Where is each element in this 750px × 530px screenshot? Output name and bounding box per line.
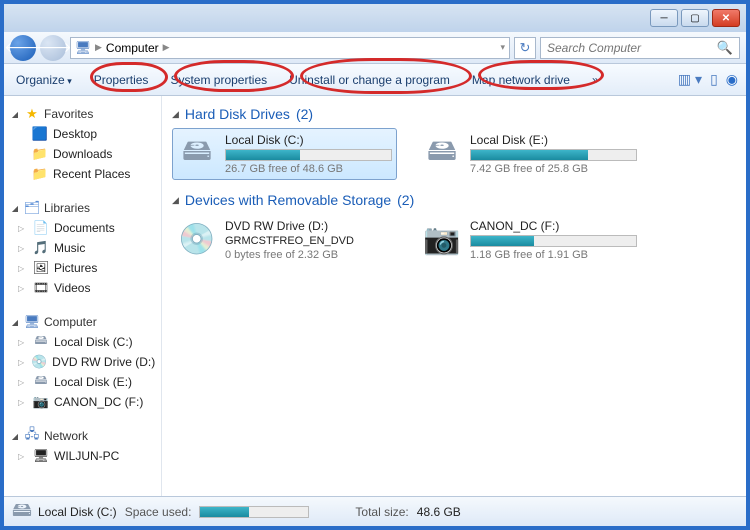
uninstall-program-button[interactable]: Uninstall or change a program [285, 71, 454, 89]
desktop-icon: 🟦 [32, 126, 48, 142]
organize-menu[interactable]: Organize [12, 71, 76, 89]
network-icon: 🖧 [24, 428, 40, 444]
sidebar-item-local-disk-c[interactable]: ▷🖴Local Disk (C:) [8, 332, 157, 352]
system-properties-button[interactable]: System properties [166, 71, 271, 89]
back-button[interactable]: 🡐 [10, 35, 36, 61]
computer-header[interactable]: ◢🖥Computer [8, 312, 157, 332]
details-pane: 🖴 Local Disk (C:) Space used: Total size… [4, 496, 746, 526]
status-total-value: 48.6 GB [417, 505, 461, 519]
network-group: ◢🖧Network ▷🖥WILJUN-PC [8, 426, 157, 466]
command-toolbar: Organize Properties System properties Un… [4, 64, 746, 96]
search-box[interactable]: 🔍 [540, 37, 740, 59]
sidebar-item-canon-dc[interactable]: ▷📷CANON_DC (F:) [8, 392, 157, 412]
usage-bar [470, 235, 637, 247]
drive-label: CANON_DC (F:) [470, 219, 637, 233]
content-pane: ◢Hard Disk Drives (2) 🖴 Local Disk (C:) … [162, 96, 746, 496]
folder-icon: 📁 [32, 166, 48, 182]
toolbar-overflow[interactable]: » [588, 71, 603, 89]
music-icon: 🎵 [33, 240, 49, 256]
drive-info: 26.7 GB free of 48.6 GB [225, 163, 392, 175]
camera-icon: 📷 [422, 219, 462, 259]
address-dropdown-icon[interactable]: ▾ [500, 42, 505, 53]
maximize-button[interactable]: ▢ [681, 9, 709, 27]
refresh-button[interactable]: ↻ [514, 37, 536, 59]
sidebar-item-documents[interactable]: ▷📄Documents [8, 218, 157, 238]
sidebar-item-music[interactable]: ▷🎵Music [8, 238, 157, 258]
preview-pane-button[interactable]: ▯ [710, 71, 718, 88]
close-button[interactable]: ✕ [712, 9, 740, 27]
favorites-header[interactable]: ◢★Favorites [8, 104, 157, 124]
drive-icon: 🖴 [14, 504, 30, 520]
drive-label: Local Disk (E:) [470, 133, 637, 147]
drive-info: 0 bytes free of 2.32 GB [225, 249, 392, 261]
disc-icon: 💿 [31, 354, 47, 370]
help-button[interactable]: ◉ [726, 71, 738, 88]
drive-icon: 🖴 [33, 374, 49, 390]
libraries-icon: 🗂 [24, 200, 40, 216]
group-removable-storage[interactable]: ◢Devices with Removable Storage (2) [172, 192, 736, 208]
sidebar-item-dvd-drive[interactable]: ▷💿DVD RW Drive (D:) G [8, 352, 157, 372]
address-bar-row: 🡐 🡒 🖥 ▶ Computer ▶ ▾ ↻ 🔍 [4, 32, 746, 64]
star-icon: ★ [24, 106, 40, 122]
group-hard-disk-drives[interactable]: ◢Hard Disk Drives (2) [172, 106, 736, 122]
pc-icon: 🖥 [33, 448, 49, 464]
search-icon: 🔍 [717, 40, 733, 56]
disc-icon: 💿 [177, 219, 217, 259]
address-bar[interactable]: 🖥 ▶ Computer ▶ ▾ [70, 37, 510, 59]
search-input[interactable] [547, 41, 717, 55]
sidebar-item-recent-places[interactable]: 📁Recent Places [8, 164, 157, 184]
drive-info: 7.42 GB free of 25.8 GB [470, 163, 637, 175]
usage-bar [225, 149, 392, 161]
folder-icon: 📁 [32, 146, 48, 162]
drive-canon-dc[interactable]: 📷 CANON_DC (F:) 1.18 GB free of 1.91 GB [417, 214, 642, 266]
drive-label: Local Disk (C:) [225, 133, 392, 147]
minimize-button[interactable]: ─ [650, 9, 678, 27]
map-network-drive-button[interactable]: Map network drive [468, 71, 574, 89]
sidebar-item-network-pc[interactable]: ▷🖥WILJUN-PC [8, 446, 157, 466]
libraries-group: ◢🗂Libraries ▷📄Documents ▷🎵Music ▷🖼Pictur… [8, 198, 157, 298]
sidebar-item-desktop[interactable]: 🟦Desktop [8, 124, 157, 144]
computer-icon: 🖥 [75, 40, 91, 56]
status-usage-bar [199, 506, 309, 518]
status-total-label: Total size: [355, 505, 408, 519]
address-segment[interactable]: Computer [106, 41, 159, 55]
drive-sublabel: GRMCSTFREO_EN_DVD [225, 235, 392, 247]
videos-icon: 🎞 [33, 280, 49, 296]
sidebar-item-downloads[interactable]: 📁Downloads [8, 144, 157, 164]
computer-icon: 🖥 [24, 314, 40, 330]
view-options-button[interactable]: ▥ ▾ [678, 71, 702, 88]
favorites-group: ◢★Favorites 🟦Desktop 📁Downloads 📁Recent … [8, 104, 157, 184]
window-titlebar: ─ ▢ ✕ [4, 4, 746, 32]
camera-icon: 📷 [33, 394, 49, 410]
status-space-label: Space used: [125, 505, 192, 519]
drive-dvd-rw[interactable]: 💿 DVD RW Drive (D:) GRMCSTFREO_EN_DVD 0 … [172, 214, 397, 266]
libraries-header[interactable]: ◢🗂Libraries [8, 198, 157, 218]
drive-local-disk-c[interactable]: 🖴 Local Disk (C:) 26.7 GB free of 48.6 G… [172, 128, 397, 180]
documents-icon: 📄 [33, 220, 49, 236]
sidebar-item-local-disk-e[interactable]: ▷🖴Local Disk (E:) [8, 372, 157, 392]
drive-local-disk-e[interactable]: 🖴 Local Disk (E:) 7.42 GB free of 25.8 G… [417, 128, 642, 180]
properties-button[interactable]: Properties [90, 71, 153, 89]
chevron-right-icon: ▶ [163, 42, 170, 53]
drive-icon: 🖴 [33, 334, 49, 350]
forward-button[interactable]: 🡒 [40, 35, 66, 61]
network-header[interactable]: ◢🖧Network [8, 426, 157, 446]
sidebar-item-pictures[interactable]: ▷🖼Pictures [8, 258, 157, 278]
status-drive-name: Local Disk (C:) [38, 505, 117, 519]
computer-group: ◢🖥Computer ▷🖴Local Disk (C:) ▷💿DVD RW Dr… [8, 312, 157, 412]
drive-icon: 🖴 [177, 133, 217, 173]
drive-label: DVD RW Drive (D:) [225, 219, 392, 233]
chevron-right-icon: ▶ [95, 42, 102, 53]
sidebar-item-videos[interactable]: ▷🎞Videos [8, 278, 157, 298]
drive-info: 1.18 GB free of 1.91 GB [470, 249, 637, 261]
pictures-icon: 🖼 [33, 260, 49, 276]
drive-icon: 🖴 [422, 133, 462, 173]
usage-bar [470, 149, 637, 161]
navigation-pane: ◢★Favorites 🟦Desktop 📁Downloads 📁Recent … [4, 96, 162, 496]
